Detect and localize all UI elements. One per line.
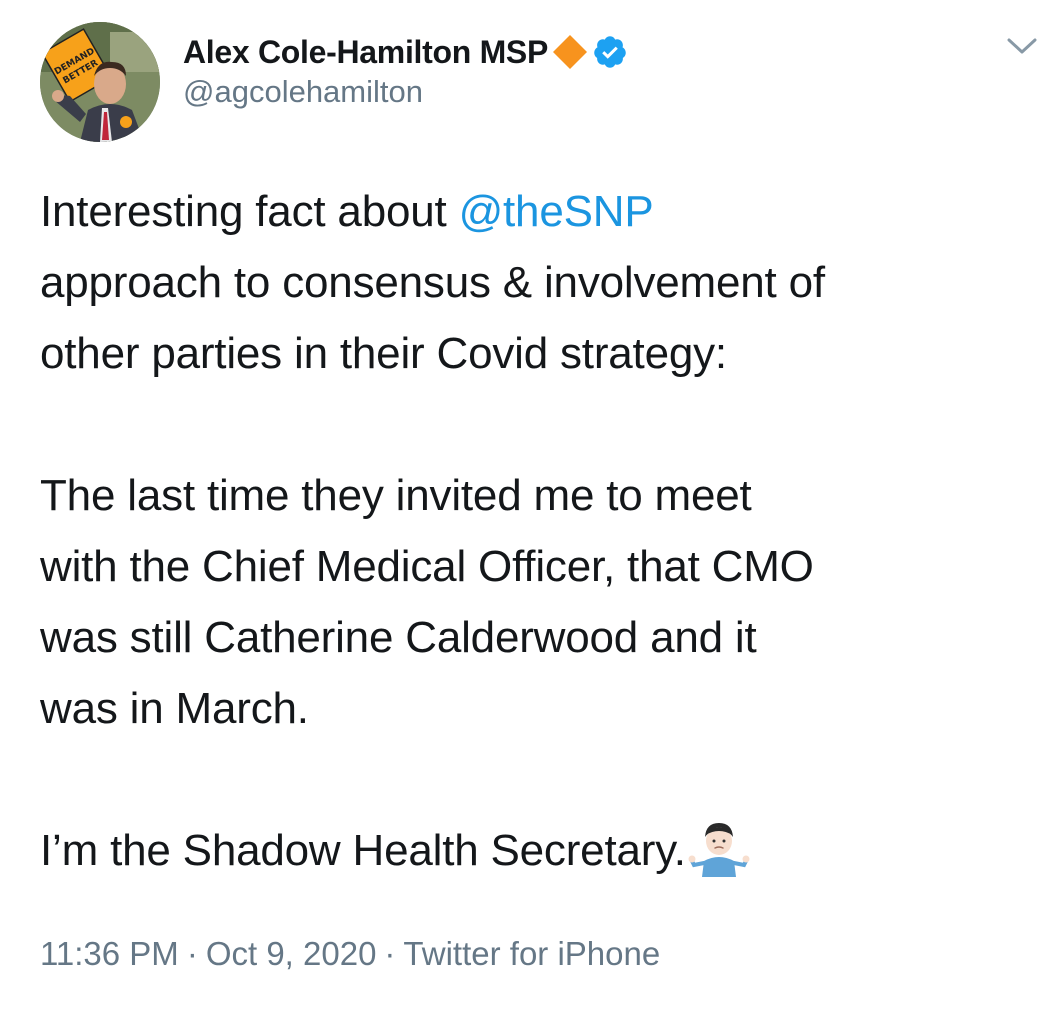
author-block: Alex Cole-Hamilton MSP @agcolehamilton	[183, 30, 628, 110]
tweet-meta: 11:36 PM · Oct 9, 2020 · Twitter for iPhone	[40, 935, 660, 973]
chevron-down-icon[interactable]	[1005, 34, 1039, 58]
tweet-source[interactable]: Twitter for iPhone	[403, 935, 660, 972]
verified-badge-icon	[592, 34, 628, 70]
mention-link[interactable]: @theSNP	[459, 187, 654, 236]
avatar[interactable]: DEMAND BETTER	[40, 22, 160, 142]
orange-diamond-icon	[550, 32, 590, 72]
tweet-line: was in March.	[40, 684, 309, 733]
user-handle[interactable]: @agcolehamilton	[183, 74, 628, 110]
tweet-line: other parties in their Covid strategy:	[40, 329, 727, 378]
name-row: Alex Cole-Hamilton MSP	[183, 30, 628, 74]
profile-photo: DEMAND BETTER	[40, 22, 160, 142]
tweet-line: with the Chief Medical Officer, that CMO	[40, 542, 814, 591]
tweet-line: The last time they invited me to meet	[40, 471, 752, 520]
tweet-date[interactable]: Oct 9, 2020	[206, 935, 377, 972]
tweet-line: was still Catherine Calderwood and it	[40, 613, 757, 662]
tweet-card: DEMAND BETTER Alex Cole-Hamilton MSP @ag…	[0, 0, 1064, 1009]
display-name[interactable]: Alex Cole-Hamilton MSP	[183, 34, 548, 71]
tweet-time[interactable]: 11:36 PM	[40, 935, 179, 972]
tweet-line: approach to consensus & involvement of	[40, 258, 825, 307]
man-shrugging-icon	[688, 817, 750, 879]
tweet-line: Interesting fact about @theSNP	[40, 187, 654, 236]
meta-separator: ·	[186, 935, 198, 972]
meta-separator: ·	[384, 935, 396, 972]
tweet-text: Interesting fact about @theSNP approach …	[40, 176, 1050, 886]
tweet-line: I’m the Shadow Health Secretary.	[40, 815, 1050, 886]
